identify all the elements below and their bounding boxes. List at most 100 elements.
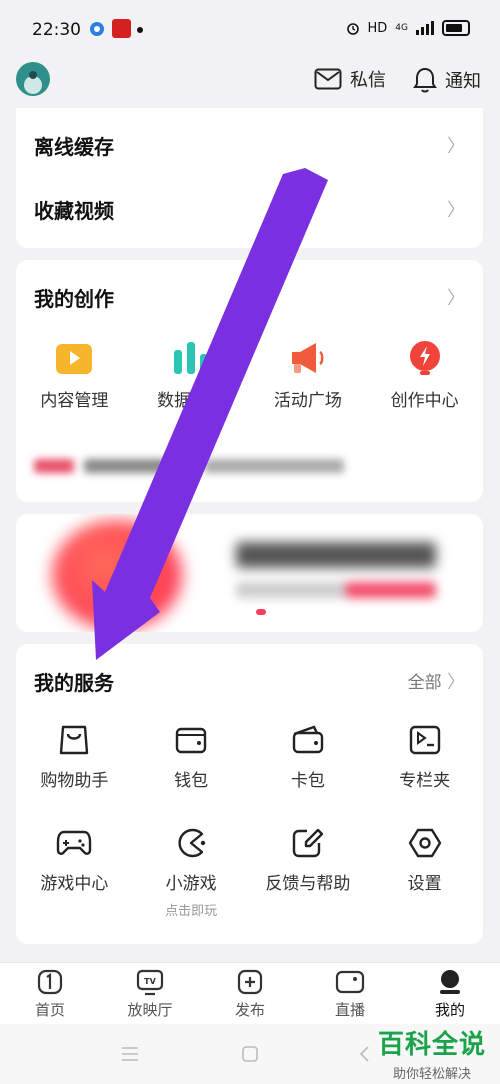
banner-graphic [52, 520, 182, 630]
tab-live-label: 直播 [334, 1001, 365, 1019]
alarm-icon [346, 23, 359, 35]
settings-label: 设置 [407, 874, 442, 894]
avatar[interactable] [16, 62, 50, 96]
menu-icon[interactable] [120, 1046, 140, 1062]
game-center-label: 游戏中心 [40, 874, 109, 894]
hexagon-settings-icon [408, 828, 441, 858]
home-square-icon[interactable] [241, 1045, 259, 1063]
quick-list-card: 离线缓存 〉 收藏视频 〉 [16, 108, 483, 248]
megaphone-icon [291, 343, 324, 373]
envelope-icon [314, 68, 342, 90]
settings-button[interactable]: 设置 [366, 827, 483, 919]
banner-pager-dot [256, 609, 266, 615]
bottom-tab-bar: 首页 TV 放映厅 发布 直播 我的 [0, 962, 500, 1025]
battery-icon [442, 20, 470, 36]
wallet-button[interactable]: 钱包 [133, 724, 250, 791]
edit-feedback-icon [292, 828, 324, 858]
tab-publish[interactable]: 发布 [200, 963, 300, 1025]
my-creation-header[interactable]: 我的创作 〉 [34, 280, 465, 314]
pacman-icon [178, 828, 206, 858]
home-icon [37, 969, 63, 995]
shopping-bag-icon [60, 725, 89, 755]
chevron-right-icon: 〉 [447, 672, 465, 693]
bell-icon [413, 67, 437, 93]
tab-theater-label: 放映厅 [127, 1001, 173, 1019]
mini-games-button[interactable]: 小游戏 点击即玩 [133, 827, 250, 919]
data-center-label: 数据中心 [157, 391, 226, 411]
svg-text:TV: TV [144, 977, 156, 986]
column-folder-label: 专栏夹 [399, 771, 451, 791]
chevron-right-icon: 〉 [447, 200, 465, 221]
creation-center-button[interactable]: 创作中心 [366, 340, 483, 411]
wallet-icon [175, 727, 207, 754]
hd-indicator: HD [367, 20, 388, 36]
activity-square-label: 活动广场 [273, 391, 342, 411]
my-services-card: 我的服务 全部 〉 购物助手 钱包 卡包 专栏夹 游戏中心 小游戏 点击即玩 反… [16, 644, 483, 944]
camera-icon [335, 970, 365, 994]
plus-icon [237, 969, 263, 995]
game-center-button[interactable]: 游戏中心 [16, 827, 133, 919]
card-holder-button[interactable]: 卡包 [250, 724, 367, 791]
favorite-videos-row[interactable]: 收藏视频 〉 [34, 192, 465, 226]
services-row-1: 购物助手 钱包 卡包 专栏夹 [16, 724, 483, 791]
tab-home-label: 首页 [34, 1001, 65, 1019]
my-creation-card: 我的创作 〉 内容管理 数据中心 活动广场 创作中心 [16, 260, 483, 502]
data-center-button[interactable]: 数据中心 [133, 340, 250, 411]
tab-home[interactable]: 首页 [0, 963, 100, 1025]
news-app-notification-icon [112, 19, 131, 38]
messages-button[interactable]: 私信 [314, 66, 386, 92]
my-services-header: 我的服务 全部 〉 [34, 664, 465, 698]
shopping-assistant-label: 购物助手 [40, 771, 109, 791]
watermark-main-text: 百科全说 [377, 1030, 486, 1060]
tab-me[interactable]: 我的 [400, 963, 500, 1025]
promo-banner[interactable] [16, 514, 483, 632]
content-management-button[interactable]: 内容管理 [16, 340, 133, 411]
app-notification-icon [90, 22, 104, 36]
status-time: 22:30 [32, 20, 81, 40]
column-folder-icon [409, 725, 440, 755]
mini-games-label: 小游戏 [165, 874, 217, 894]
tv-icon: TV [136, 969, 164, 996]
watermark-sub-text: 助你轻松解决 [392, 1067, 471, 1082]
offline-cache-label: 离线缓存 [34, 134, 114, 159]
lightning-bulb-icon [409, 341, 440, 375]
tab-publish-label: 发布 [234, 1001, 265, 1019]
my-services-title: 我的服务 [34, 670, 114, 695]
column-folder-button[interactable]: 专栏夹 [366, 724, 483, 791]
bar-chart-icon [174, 342, 209, 374]
shopping-assistant-button[interactable]: 购物助手 [16, 724, 133, 791]
activity-square-button[interactable]: 活动广场 [250, 340, 367, 411]
offline-cache-row[interactable]: 离线缓存 〉 [34, 128, 465, 162]
all-services-link[interactable]: 全部 〉 [408, 668, 465, 694]
creation-center-label: 创作中心 [390, 391, 459, 411]
tab-live[interactable]: 直播 [300, 963, 400, 1025]
favorite-videos-label: 收藏视频 [34, 198, 114, 223]
profile-top-bar: 私信 通知 [0, 60, 500, 102]
messages-label: 私信 [350, 70, 386, 91]
services-row-2: 游戏中心 小游戏 点击即玩 反馈与帮助 设置 [16, 827, 483, 919]
signal-icon [416, 21, 434, 35]
more-notifications-dot-icon [137, 27, 143, 33]
all-services-label: 全部 [407, 673, 442, 693]
status-bar: 22:30 HD 4G [0, 0, 500, 60]
play-square-icon [56, 344, 93, 374]
back-icon[interactable] [358, 1045, 370, 1063]
card-holder-label: 卡包 [290, 771, 325, 791]
card-folder-icon [292, 725, 324, 754]
chevron-right-icon: 〉 [447, 288, 465, 309]
tab-theater[interactable]: TV 放映厅 [100, 963, 200, 1025]
tab-me-label: 我的 [434, 1001, 465, 1019]
gamepad-icon [57, 830, 92, 855]
notifications-button[interactable]: 通知 [413, 66, 481, 94]
watermark-logo: 百科全说 助你轻松解决 [378, 1024, 486, 1082]
feedback-help-button[interactable]: 反馈与帮助 [250, 827, 367, 919]
creation-grid: 内容管理 数据中心 活动广场 创作中心 [16, 340, 483, 411]
notifications-label: 通知 [445, 71, 481, 92]
content-management-label: 内容管理 [40, 391, 109, 411]
blurred-promo-text [34, 456, 404, 476]
banner-blurred-title [236, 542, 436, 568]
chevron-right-icon: 〉 [447, 136, 465, 157]
status-indicators: HD 4G [346, 20, 470, 36]
wallet-label: 钱包 [174, 771, 209, 791]
mini-games-sublabel: 点击即玩 [165, 904, 218, 919]
